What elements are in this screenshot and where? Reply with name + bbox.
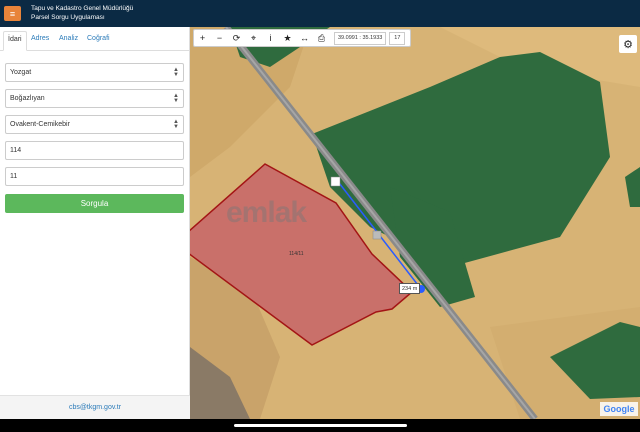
neighborhood-select[interactable]: Ovakent-Cemikebir ▲ ▼ [5,115,184,134]
google-logo: Google [600,402,638,416]
map-view[interactable]: emlak [190,27,640,419]
measure-icon[interactable]: ↔ [296,30,313,46]
home-indicator[interactable] [234,424,407,427]
parcel-input[interactable]: 11 [5,167,184,186]
hamburger-icon[interactable]: ≡ [4,6,21,21]
coordinate-readout: 39.0991 : 35.1933 [334,31,387,45]
zoom-in-icon[interactable]: + [194,30,211,46]
bookmark-icon[interactable]: ★ [279,30,296,46]
province-select[interactable]: Yozgat ▲ ▼ [5,63,184,82]
top-bar: ≡ Tapu ve Kadastro Genel Müdürlüğü Parse… [0,0,640,27]
app-title-line1: Tapu ve Kadastro Genel Müdürlüğü [31,5,134,12]
tab-analiz[interactable]: Analiz [59,35,78,42]
refresh-icon[interactable]: ⟳ [228,30,245,46]
block-input[interactable]: 114 [5,141,184,160]
district-select[interactable]: Boğazlıyan ▲ ▼ [5,89,184,108]
gear-icon[interactable]: ⚙ [619,35,637,53]
zoom-level: 17 [389,31,406,45]
app-title: Tapu ve Kadastro Genel Müdürlüğü Parsel … [31,4,133,22]
footer: cbs@tkgm.gov.tr [0,395,190,419]
neighborhood-value: Ovakent-Cemikebir [10,121,70,128]
query-button[interactable]: Sorgula [5,194,184,213]
locate-icon[interactable]: ⌖ [245,30,262,46]
tab-cografi[interactable]: Coğrafi [87,35,110,42]
zoom-out-icon[interactable]: − [211,30,228,46]
select-chevron-icon: ▲ ▼ [173,67,179,78]
watermark: emlak [226,196,307,229]
info-icon[interactable]: i [262,30,279,46]
distance-label: 234 m [399,283,421,294]
tab-idari[interactable]: İdari [3,31,27,51]
contact-email[interactable]: cbs@tkgm.gov.tr [69,404,121,411]
block-value: 114 [10,147,22,154]
tab-adres[interactable]: Adres [31,35,49,42]
province-value: Yozgat [10,69,32,76]
print-icon[interactable]: ⎙ [313,30,330,46]
district-value: Boğazlıyan [10,95,45,102]
parcel-label: 114/11 [289,251,304,257]
tab-bar: İdari Adres Analiz Coğrafi [0,27,190,51]
parcel-value: 11 [10,173,18,180]
app-title-line2: Parsel Sorgu Uygulaması [31,14,105,21]
map-toolbar: + − ⟳ ⌖ i ★ ↔ ⎙ 39.0991 : 35.1933 17 [193,29,411,47]
sidebar: İdari Adres Analiz Coğrafi Yozgat ▲ ▼ Boğ… [0,27,190,419]
select-chevron-icon: ▲ ▼ [173,93,179,104]
select-chevron-icon: ▲ ▼ [173,119,179,130]
